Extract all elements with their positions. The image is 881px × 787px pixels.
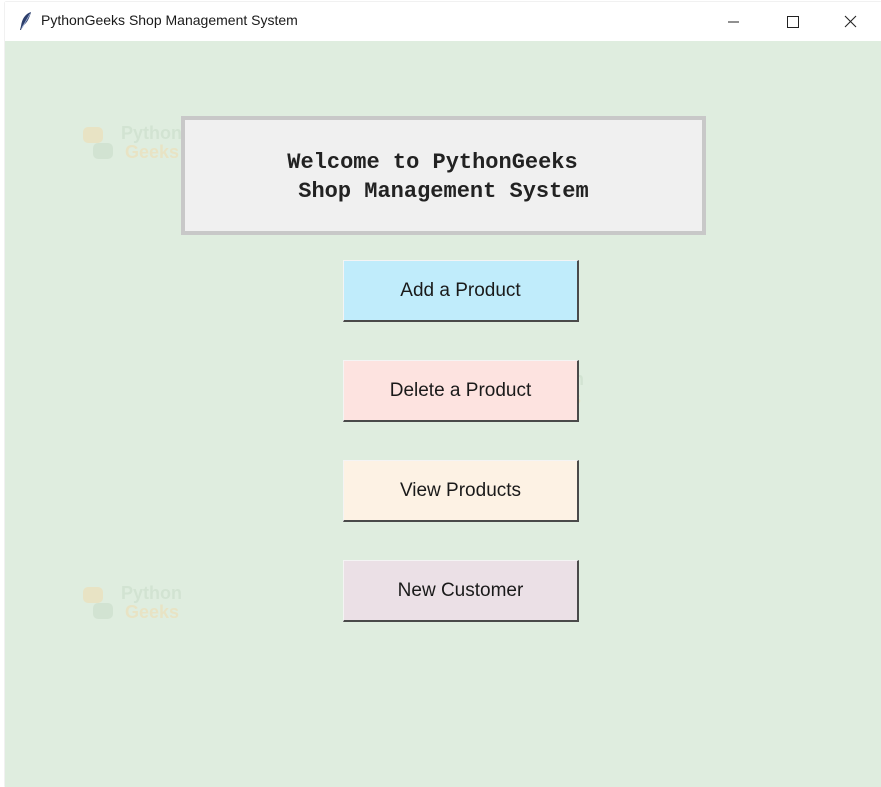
close-icon: [844, 15, 857, 28]
new-customer-button[interactable]: New Customer: [343, 560, 579, 622]
python-logo-icon: [83, 127, 113, 159]
welcome-heading-line-1: Welcome to PythonGeeks: [287, 150, 578, 175]
feather-icon: [18, 11, 34, 31]
watermark-logo: Python Geeks: [81, 583, 191, 623]
watermark-text-bottom: Geeks: [125, 142, 180, 162]
minimize-button[interactable]: [705, 2, 763, 41]
title-bar[interactable]: PythonGeeks Shop Management System: [5, 2, 881, 41]
view-products-button[interactable]: View Products: [343, 460, 579, 522]
minimize-icon: [728, 21, 739, 23]
window-title: PythonGeeks Shop Management System: [41, 12, 298, 28]
maximize-button[interactable]: [763, 2, 821, 41]
add-product-button[interactable]: Add a Product: [343, 260, 579, 322]
watermark-text-top: Python: [121, 583, 182, 603]
watermark-logo: Python Geeks: [81, 123, 191, 163]
delete-product-button[interactable]: Delete a Product: [343, 360, 579, 422]
close-button[interactable]: [821, 2, 879, 41]
welcome-banner: Welcome to PythonGeeks Shop Management S…: [181, 116, 706, 235]
main-area: Python Geeks Python Geeks Python Geeks W…: [5, 41, 881, 787]
app-window: PythonGeeks Shop Management System Pytho: [5, 2, 881, 787]
watermark-text-top: Python: [121, 123, 182, 143]
watermark-text-bottom: Geeks: [125, 602, 180, 622]
welcome-heading-line-2: Shop Management System: [298, 179, 589, 204]
python-logo-icon: [83, 587, 113, 619]
maximize-icon: [787, 16, 799, 28]
